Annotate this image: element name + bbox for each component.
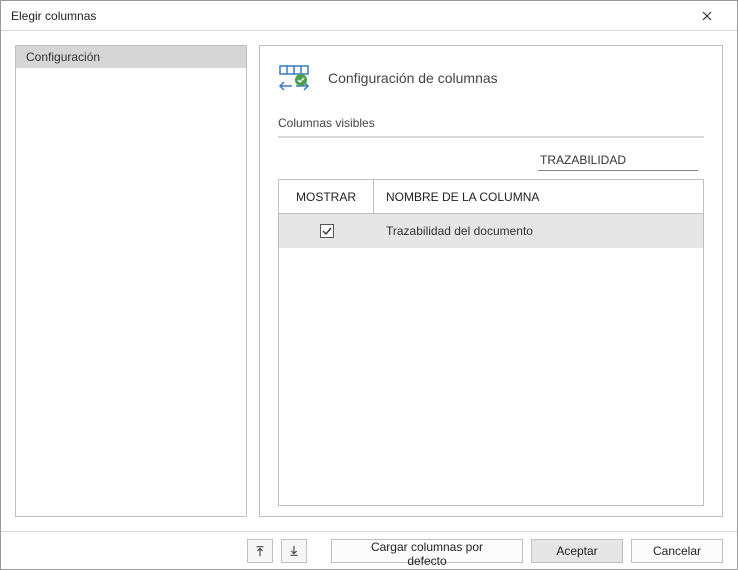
panel-header: Configuración de columnas <box>278 62 704 94</box>
move-down-button[interactable] <box>281 539 307 563</box>
section-separator <box>278 136 704 138</box>
accept-button[interactable]: Aceptar <box>531 539 623 563</box>
table-body: Trazabilidad del documento <box>279 214 703 505</box>
cell-show <box>279 224 374 238</box>
column-header-name[interactable]: NOMBRE DE LA COLUMNA <box>374 180 703 213</box>
settings-panel: Configuración de columnas Columnas visib… <box>259 45 723 517</box>
section-label-visible-columns: Columnas visibles <box>278 116 704 130</box>
cancel-button[interactable]: Cancelar <box>631 539 723 563</box>
sidebar-item-configuracion[interactable]: Configuración <box>16 46 246 68</box>
check-icon <box>322 226 332 236</box>
close-button[interactable] <box>685 2 729 30</box>
search-row <box>278 150 698 171</box>
dialog-content: Configuración Configuración de colu <box>1 31 737 531</box>
arrow-up-bar-icon <box>255 545 265 557</box>
panel-title: Configuración de columnas <box>328 70 498 86</box>
column-header-show[interactable]: MOSTRAR <box>279 180 374 213</box>
cell-name: Trazabilidad del documento <box>374 224 703 238</box>
columns-table: MOSTRAR NOMBRE DE LA COLUMNA Trazabilida… <box>278 179 704 506</box>
table-row[interactable]: Trazabilidad del documento <box>279 214 703 248</box>
arrow-down-bar-icon <box>289 545 299 557</box>
search-input[interactable] <box>538 150 697 170</box>
dialog-footer: Cargar columnas por defecto Aceptar Canc… <box>1 531 737 569</box>
table-header: MOSTRAR NOMBRE DE LA COLUMNA <box>279 180 703 214</box>
sidebar-item-label: Configuración <box>26 50 100 64</box>
columns-icon <box>278 62 310 94</box>
show-checkbox[interactable] <box>320 224 334 238</box>
sidebar: Configuración <box>15 45 247 517</box>
load-defaults-button[interactable]: Cargar columnas por defecto <box>331 539 523 563</box>
titlebar: Elegir columnas <box>1 1 737 31</box>
move-up-button[interactable] <box>247 539 273 563</box>
close-icon <box>702 11 712 21</box>
dialog-title: Elegir columnas <box>11 9 96 23</box>
search-box[interactable] <box>538 150 698 171</box>
